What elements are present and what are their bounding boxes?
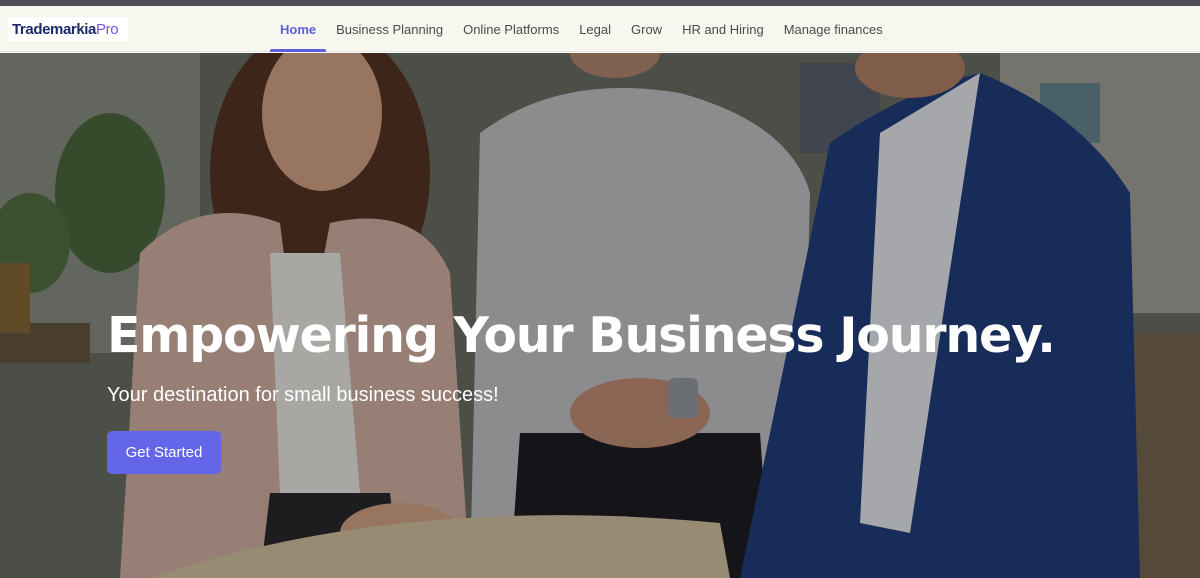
hero-title: Empowering Your Business Journey. [107, 307, 1056, 364]
get-started-button[interactable]: Get Started [107, 431, 221, 474]
nav-item-manage-finances[interactable]: Manage finances [774, 6, 893, 52]
logo-suffix-text: Pro [96, 20, 119, 38]
nav-item-hr-and-hiring[interactable]: HR and Hiring [672, 6, 774, 52]
nav-item-grow[interactable]: Grow [621, 6, 672, 52]
nav-item-home[interactable]: Home [270, 6, 327, 52]
logo-brand-text: Trademarkia [12, 20, 96, 38]
hero-section: Empowering Your Business Journey. Your d… [0, 53, 1200, 578]
hero-subtitle: Your destination for small business succ… [107, 384, 499, 406]
nav-item-legal[interactable]: Legal [569, 6, 621, 52]
logo[interactable]: Trademarkia Pro [8, 17, 128, 41]
nav-item-online-platforms[interactable]: Online Platforms [453, 6, 569, 52]
navbar: Trademarkia Pro Home Business Planning On… [0, 6, 1200, 52]
nav-item-business-planning[interactable]: Business Planning [326, 6, 453, 52]
main-nav: Home Business Planning Online Platforms … [270, 6, 893, 52]
